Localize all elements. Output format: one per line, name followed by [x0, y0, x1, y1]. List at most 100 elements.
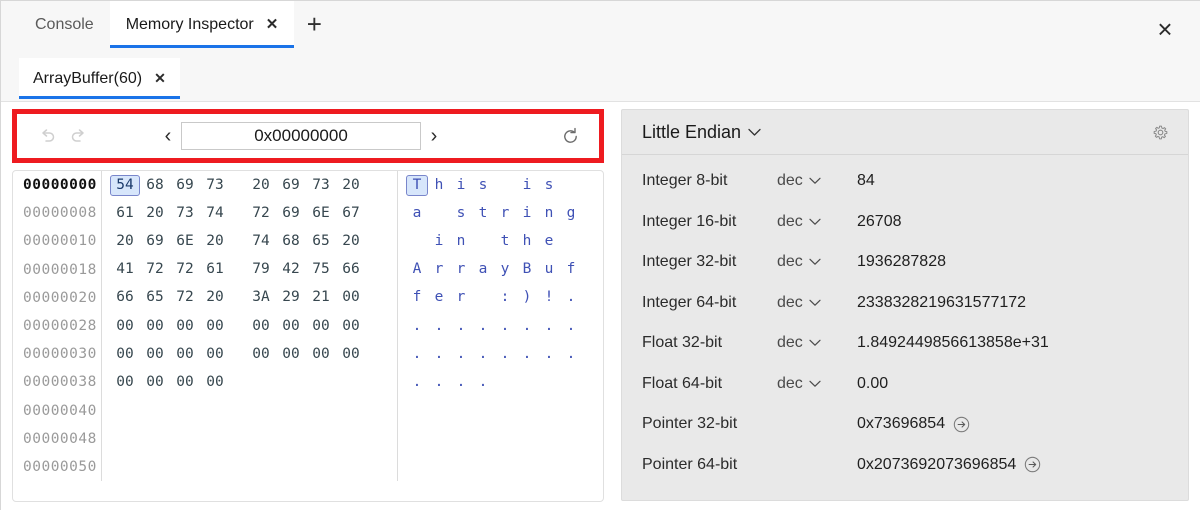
- jump-to-address-icon[interactable]: [953, 416, 970, 433]
- hex-byte[interactable]: 66: [110, 287, 140, 308]
- hex-byte[interactable]: 6E: [306, 203, 336, 224]
- value-format-selector[interactable]: dec: [777, 213, 857, 231]
- hex-row[interactable]: 00000008 61 20 73 74 72 69 6E 67 a string: [13, 199, 603, 228]
- refresh-button[interactable]: [555, 121, 585, 151]
- address-input[interactable]: [181, 122, 421, 150]
- ascii-char[interactable]: [472, 240, 494, 242]
- ascii-char[interactable]: h: [428, 175, 450, 196]
- ascii-char[interactable]: .: [516, 316, 538, 337]
- hex-byte[interactable]: 00: [170, 316, 200, 337]
- endianness-selector[interactable]: Little Endian: [642, 122, 761, 143]
- hex-byte[interactable]: 42: [276, 259, 306, 280]
- sub-tab-arraybuffer[interactable]: ArrayBuffer(60) ✕: [19, 58, 180, 99]
- hex-byte[interactable]: 00: [276, 344, 306, 365]
- ascii-char[interactable]: s: [472, 175, 494, 196]
- hex-byte[interactable]: 00: [200, 372, 230, 393]
- hex-row[interactable]: 00000020 66 65 72 20 3A 29 21 00 f e r :)!.: [13, 283, 603, 312]
- hex-byte[interactable]: 3A: [246, 287, 276, 308]
- hex-byte[interactable]: 68: [140, 175, 170, 196]
- ascii-char[interactable]: r: [494, 203, 516, 224]
- ascii-char[interactable]: e: [538, 231, 560, 252]
- hex-byte[interactable]: 20: [336, 175, 366, 196]
- ascii-char[interactable]: s: [450, 203, 472, 224]
- hex-byte[interactable]: 73: [170, 203, 200, 224]
- hex-byte[interactable]: 00: [170, 372, 200, 393]
- value-format-selector[interactable]: dec: [777, 253, 857, 271]
- ascii-char[interactable]: i: [516, 203, 538, 224]
- hex-row[interactable]: 00000018 41 72 72 61 79 42 75 66 Ar r a y Bu f: [13, 255, 603, 284]
- hex-byte[interactable]: 79: [246, 259, 276, 280]
- hex-byte[interactable]: 00: [336, 316, 366, 337]
- ascii-char[interactable]: [428, 212, 450, 214]
- ascii-char[interactable]: f: [406, 287, 428, 308]
- ascii-char[interactable]: t: [494, 231, 516, 252]
- ascii-char[interactable]: .: [450, 316, 472, 337]
- ascii-char[interactable]: u: [538, 259, 560, 280]
- hex-byte[interactable]: 20: [336, 231, 366, 252]
- ascii-char[interactable]: .: [450, 344, 472, 365]
- ascii-char[interactable]: !: [538, 287, 560, 308]
- value-format-selector[interactable]: dec: [777, 172, 857, 190]
- hex-byte[interactable]: 72: [140, 259, 170, 280]
- ascii-char[interactable]: h: [516, 231, 538, 252]
- ascii-char[interactable]: .: [406, 344, 428, 365]
- hex-byte[interactable]: 67: [336, 203, 366, 224]
- ascii-char[interactable]: A: [406, 259, 428, 280]
- hex-byte[interactable]: 74: [200, 203, 230, 224]
- ascii-char[interactable]: n: [450, 231, 472, 252]
- hex-row[interactable]: 00000038 00 00 00 00....: [13, 368, 603, 397]
- ascii-char[interactable]: .: [560, 344, 582, 365]
- hex-byte[interactable]: 73: [200, 175, 230, 196]
- hex-row[interactable]: 00000030 00 00 00 00 00 00 00 00........: [13, 340, 603, 369]
- ascii-char[interactable]: a: [406, 203, 428, 224]
- ascii-char[interactable]: .: [406, 316, 428, 337]
- ascii-char[interactable]: i: [428, 231, 450, 252]
- new-tab-button[interactable]: +: [294, 1, 334, 48]
- value-format-selector[interactable]: dec: [777, 334, 857, 352]
- ascii-char[interactable]: T: [406, 174, 428, 196]
- ascii-char[interactable]: a: [472, 259, 494, 280]
- ascii-char[interactable]: .: [450, 372, 472, 393]
- ascii-char[interactable]: :: [494, 287, 516, 308]
- ascii-char[interactable]: .: [428, 344, 450, 365]
- hex-byte[interactable]: 20: [246, 175, 276, 196]
- ascii-char[interactable]: n: [538, 203, 560, 224]
- ascii-char[interactable]: .: [428, 316, 450, 337]
- hex-byte[interactable]: 00: [200, 316, 230, 337]
- ascii-char[interactable]: r: [450, 259, 472, 280]
- hex-byte[interactable]: 68: [276, 231, 306, 252]
- hex-byte[interactable]: 00: [140, 372, 170, 393]
- hex-row[interactable]: 00000028 00 00 00 00 00 00 00 00........: [13, 311, 603, 341]
- hex-byte[interactable]: 21: [306, 287, 336, 308]
- ascii-char[interactable]: [472, 297, 494, 299]
- hex-byte[interactable]: 29: [276, 287, 306, 308]
- ascii-char[interactable]: y: [494, 259, 516, 280]
- hex-byte[interactable]: 69: [140, 231, 170, 252]
- hex-row[interactable]: 00000010 20 69 6E 20 74 68 65 20 in the: [13, 227, 603, 256]
- hex-byte[interactable]: 61: [200, 259, 230, 280]
- hex-byte[interactable]: 61: [110, 203, 140, 224]
- ascii-char[interactable]: [560, 240, 582, 242]
- hex-byte[interactable]: 00: [110, 344, 140, 365]
- hex-byte[interactable]: 20: [200, 231, 230, 252]
- settings-button[interactable]: [1146, 118, 1174, 146]
- ascii-char[interactable]: .: [472, 344, 494, 365]
- ascii-char[interactable]: .: [494, 316, 516, 337]
- hex-byte[interactable]: 00: [306, 344, 336, 365]
- ascii-char[interactable]: [494, 184, 516, 186]
- ascii-char[interactable]: .: [560, 287, 582, 308]
- hex-byte[interactable]: 73: [306, 175, 336, 196]
- hex-byte[interactable]: 00: [306, 316, 336, 337]
- ascii-char[interactable]: s: [538, 175, 560, 196]
- hex-byte[interactable]: 41: [110, 259, 140, 280]
- hex-byte[interactable]: 00: [246, 344, 276, 365]
- jump-to-address-icon[interactable]: [1024, 456, 1041, 473]
- ascii-char[interactable]: r: [428, 259, 450, 280]
- hex-byte[interactable]: 72: [246, 203, 276, 224]
- ascii-char[interactable]: [406, 240, 428, 242]
- value-format-selector[interactable]: dec: [777, 294, 857, 312]
- tab-memory-inspector[interactable]: Memory Inspector ✕: [109, 1, 295, 48]
- ascii-char[interactable]: i: [516, 175, 538, 196]
- hex-row[interactable]: 00000000 54 68 69 73 20 69 73 20 Th i s is: [13, 171, 603, 200]
- ascii-char[interactable]: .: [428, 372, 450, 393]
